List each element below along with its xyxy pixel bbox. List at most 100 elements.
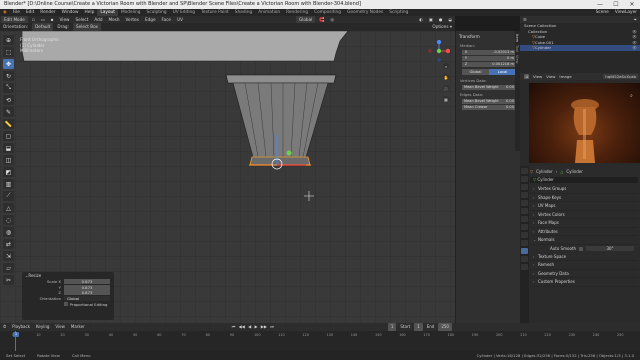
median-y-field[interactable]: Y0 m — [462, 56, 516, 61]
workspace-tab-shading[interactable]: Shading — [232, 9, 255, 16]
edge-mean-crease-field[interactable]: Mean Crease 0.00 — [462, 105, 516, 110]
scene-selector[interactable]: Scene — [593, 9, 612, 16]
vertex-select-icon[interactable]: ▫ — [29, 16, 38, 23]
shading-material-icon[interactable]: ◒ — [445, 16, 455, 23]
rotate-tool-icon[interactable]: ↻ — [3, 71, 14, 81]
blender-logo-icon[interactable]: ◉ — [0, 9, 10, 16]
workspace-tab-scripting[interactable]: Scripting — [386, 9, 411, 16]
spin-tool-icon[interactable]: ◌ — [3, 215, 14, 225]
visibility-icon[interactable]: 👁 — [632, 34, 640, 39]
timeline-editor-icon[interactable]: ⏱ — [0, 323, 9, 331]
render-props-icon[interactable] — [521, 176, 528, 182]
operator-title[interactable]: ⌄ Resize — [22, 272, 114, 279]
jump-end-icon[interactable]: ⏭ — [269, 324, 275, 329]
menu-uv[interactable]: UV — [174, 16, 186, 23]
orientation-dropdown[interactable]: Default — [32, 23, 54, 31]
navigation-gizmo[interactable] — [428, 40, 450, 62]
menu-render[interactable]: Render — [37, 9, 58, 16]
select-tool-icon[interactable]: ⬚ — [3, 47, 14, 57]
view-layer-props-icon[interactable] — [521, 192, 528, 198]
scale-y-field[interactable]: 0.873 — [64, 284, 110, 290]
workspace-tab-texture-paint[interactable]: Texture Paint — [198, 9, 232, 16]
scene-props-icon[interactable] — [521, 200, 528, 206]
panel-geometry-data[interactable]: › Geometry Data — [530, 270, 638, 278]
panel-uv-maps[interactable]: › UV Maps — [530, 202, 638, 211]
zoom-icon[interactable]: ⌕ — [443, 63, 449, 69]
snap-icon[interactable]: 🧲 — [316, 16, 327, 23]
panel-vertex-groups[interactable]: › Vertex Groups — [530, 185, 638, 194]
workspace-tab-modeling[interactable]: Modeling — [118, 9, 144, 16]
output-props-icon[interactable] — [521, 184, 528, 190]
menu-edit[interactable]: Edit — [23, 9, 37, 16]
close-button[interactable]: ✕ — [624, 0, 640, 9]
image-name-field[interactable]: hq6t52eSvXcab — [603, 74, 638, 79]
add-cube-tool-icon[interactable]: ▢ — [3, 131, 14, 141]
particles-props-icon[interactable] — [521, 232, 528, 238]
current-frame-field[interactable]: 1 — [387, 323, 397, 331]
panel-vertex-colors[interactable]: › Vertex Colors — [530, 211, 638, 219]
menu-select[interactable]: Select — [72, 16, 91, 23]
timeline-menu-marker[interactable]: Marker — [68, 323, 88, 331]
physics-props-icon[interactable] — [521, 240, 528, 246]
timeline-menu-keying[interactable]: Keying — [33, 323, 52, 331]
panel-attributes[interactable]: › Attributes — [530, 228, 638, 236]
orientation-field[interactable]: Global — [64, 296, 110, 302]
maximize-button[interactable]: ☐ — [608, 0, 624, 9]
shading-solid-icon[interactable]: ● — [436, 16, 446, 23]
mesh-data-props-icon[interactable] — [521, 248, 528, 254]
shrink-tool-icon[interactable]: ⇲ — [3, 251, 14, 261]
median-x-field[interactable]: X -0.02013 m — [462, 50, 516, 55]
workspace-tab-rendering[interactable]: Rendering — [283, 9, 311, 16]
edge-mean-bevel-weight-field[interactable]: Mean Bevel Weight 0.00 — [462, 99, 516, 104]
workspace-tab-geometry-nodes[interactable]: Geometry Nodes — [344, 9, 386, 16]
texture-props-icon[interactable] — [521, 264, 528, 270]
camera-view-icon[interactable]: 🎥 — [443, 85, 449, 91]
ortho-toggle-icon[interactable]: ▦ — [443, 96, 449, 102]
global-button[interactable]: Global — [462, 69, 489, 75]
extrude-tool-icon[interactable]: ⬓ — [3, 143, 14, 153]
inset-tool-icon[interactable]: ◫ — [3, 155, 14, 165]
visibility-icon[interactable]: 👁 — [632, 45, 640, 50]
rip-tool-icon[interactable]: ✂ — [3, 275, 14, 285]
panel-texture-space[interactable]: › Texture Space — [530, 253, 638, 261]
tab-tool[interactable]: Tool — [515, 42, 519, 52]
prev-key-icon[interactable]: ◀◀ — [238, 324, 246, 329]
modifier-props-icon[interactable] — [521, 224, 528, 230]
timeline[interactable]: 0102030405060708090100110120130140150160… — [0, 331, 640, 351]
edge-select-icon[interactable]: ▭ — [38, 16, 48, 23]
tab-view[interactable]: View — [515, 52, 519, 64]
knife-tool-icon[interactable]: ⟋ — [3, 191, 14, 201]
end-frame-field[interactable]: 250 — [438, 323, 452, 331]
material-props-icon[interactable] — [521, 256, 528, 262]
measure-tool-icon[interactable]: 📏 — [3, 119, 14, 129]
menu-face[interactable]: Face — [159, 16, 174, 23]
median-z-field[interactable]: Z 0.001218 m — [462, 62, 516, 67]
transform-orientation-selector[interactable]: Global — [295, 16, 316, 23]
cursor-tool-icon[interactable]: ⊕ — [3, 35, 14, 45]
pan-icon[interactable]: ✋ — [443, 74, 449, 80]
workspace-tab-animation[interactable]: Animation — [255, 9, 283, 16]
smooth-tool-icon[interactable]: ◍ — [3, 227, 14, 237]
outliner-row-cylinder[interactable]: ▽ Cylinder 👁 — [520, 45, 640, 51]
proportional-editing-checkbox[interactable] — [64, 302, 68, 307]
visibility-icon[interactable]: 👁 — [632, 40, 640, 45]
menu-mesh[interactable]: Mesh — [105, 16, 122, 23]
shear-tool-icon[interactable]: ▱ — [3, 263, 14, 273]
image-menu-view[interactable]: View — [531, 74, 544, 79]
world-props-icon[interactable] — [521, 208, 528, 214]
mode-selector[interactable]: Edit Mode — [1, 16, 28, 23]
panel-shape-keys[interactable]: › Shape Keys — [530, 194, 638, 202]
play-icon[interactable]: ▶ — [253, 324, 258, 329]
image-editor-type-icon[interactable]: 🖼 — [522, 74, 531, 79]
timeline-menu-playback[interactable]: Playback — [9, 323, 33, 331]
tool-props-icon[interactable] — [521, 168, 528, 174]
workspace-tab-layout[interactable]: Layout — [97, 9, 118, 16]
auto-smooth-angle-field[interactable]: 30° — [586, 246, 634, 251]
workspace-tab-uv-editing[interactable]: UV Editing — [170, 9, 198, 16]
proportional-edit-icon[interactable]: ◎ — [328, 16, 338, 23]
workspace-tab-sculpting[interactable]: Sculpting — [144, 9, 170, 16]
scale-tool-icon[interactable]: ⤡ — [3, 83, 14, 93]
edge-slide-tool-icon[interactable]: ⇄ — [3, 239, 14, 249]
panel-face-maps[interactable]: › Face Maps — [530, 219, 638, 228]
xray-icon[interactable]: ▣ — [426, 16, 436, 23]
